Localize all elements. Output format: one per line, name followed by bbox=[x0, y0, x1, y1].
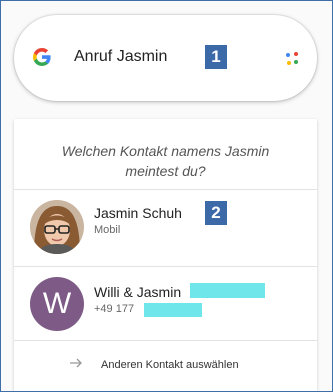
other-contact-button[interactable]: Anderen Kontakt auswählen bbox=[14, 341, 317, 391]
search-query-text: Anruf Jasmin bbox=[74, 48, 168, 65]
avatar-jasmin-schuh bbox=[30, 200, 84, 254]
redaction-block bbox=[190, 283, 265, 298]
annotation-badge-1: 1 bbox=[205, 45, 227, 69]
avatar-willi-jasmin: W bbox=[30, 277, 84, 331]
contact-name: Willi & Jasmin bbox=[94, 284, 182, 300]
assistant-dots-icon[interactable] bbox=[286, 52, 300, 66]
contact-phone: +49 177 bbox=[94, 303, 135, 315]
app-frame: Anruf Jasmin 1 Welchen Kontakt namens Ja… bbox=[0, 0, 333, 392]
contact-picker-card: Welchen Kontakt namens Jasmin meintest d… bbox=[14, 119, 317, 391]
contact-name: Jasmin Schuh bbox=[94, 205, 182, 221]
other-contact-label: Anderen Kontakt auswählen bbox=[101, 359, 239, 371]
redaction-block bbox=[144, 303, 202, 317]
search-bar[interactable]: Anruf Jasmin 1 bbox=[14, 15, 317, 101]
contact-row-jasmin-schuh[interactable]: Jasmin Schuh Mobil 2 bbox=[14, 190, 317, 266]
contact-subtitle: Mobil bbox=[94, 224, 121, 236]
annotation-badge-2: 2 bbox=[205, 201, 227, 225]
question-text: Welchen Kontakt namens Jasmin meintest d… bbox=[61, 143, 270, 179]
google-g-icon bbox=[31, 46, 53, 68]
contact-row-willi-jasmin[interactable]: W Willi & Jasmin +49 177 bbox=[14, 267, 317, 343]
arrow-right-icon bbox=[69, 356, 83, 372]
